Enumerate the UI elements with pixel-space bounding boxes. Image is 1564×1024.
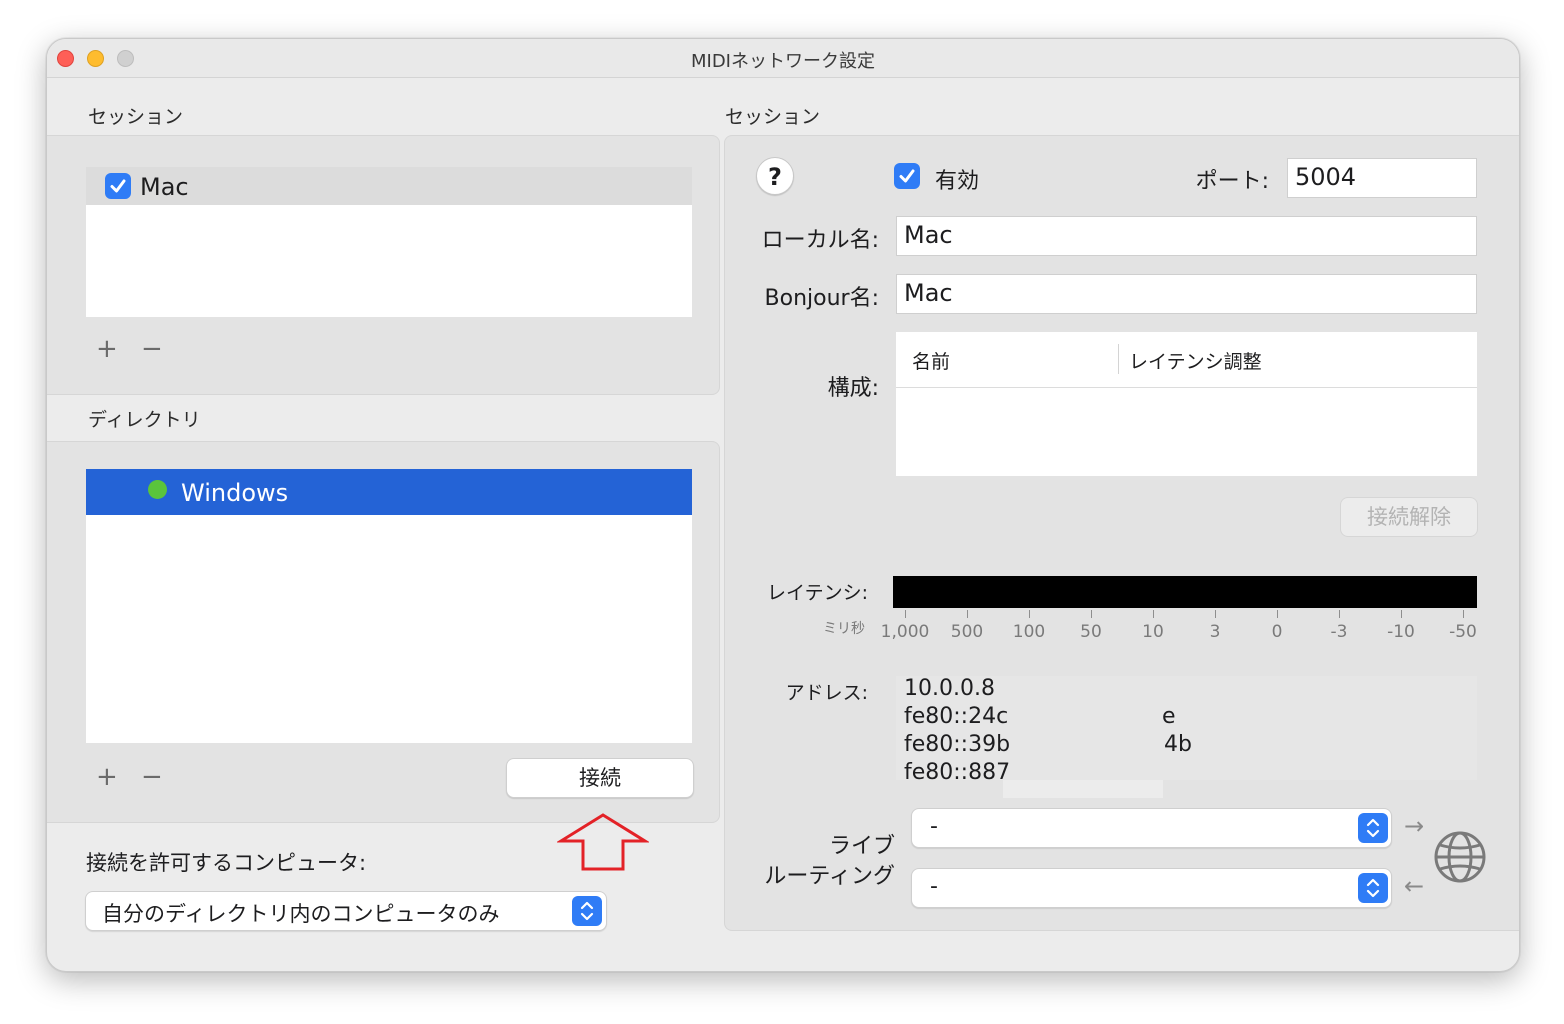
window-title: MIDIネットワーク設定: [690, 51, 875, 72]
address-line: fe80::24c: [904, 704, 1009, 729]
sessions-group: Mac + −: [47, 135, 720, 395]
enabled-checkbox[interactable]: [894, 163, 920, 189]
enabled-label: 有効: [935, 169, 980, 194]
address-list: 10.0.0.8 fe80::24c e fe80::39b 4b fe80::…: [896, 676, 1477, 780]
globe-network-icon: [1434, 831, 1486, 883]
status-dot-icon: [148, 480, 167, 499]
latency-tick: [1401, 610, 1402, 618]
connect-button[interactable]: 接続: [506, 758, 694, 798]
allow-computers-value: 自分のディレクトリ内のコンピュータのみ: [102, 902, 500, 926]
routing-input-select[interactable]: -: [911, 808, 1392, 848]
latency-tick: [1029, 610, 1030, 618]
routing-input-value: -: [930, 814, 938, 839]
latency-tick-label: 1,000: [880, 622, 930, 642]
column-header-latency[interactable]: レイテンシ調整: [1129, 347, 1262, 374]
latency-tick-label: 10: [1142, 622, 1164, 642]
port-label: ポート:: [1195, 169, 1269, 194]
directory-heading: ディレクトリ: [88, 409, 201, 431]
directory-group: Windows + − 接続: [47, 441, 720, 823]
session-name: Mac: [140, 173, 189, 201]
config-table: 名前 レイテンシ調整: [896, 332, 1477, 476]
session-detail-group: ? 有効 ポート: 5004 ローカル名: Mac Bonjour名: Mac …: [724, 135, 1519, 931]
latency-tick-label: -10: [1387, 622, 1415, 642]
latency-tick: [967, 610, 968, 618]
bonjour-name-label: Bonjour名:: [764, 286, 879, 311]
directory-list: Windows: [86, 469, 692, 743]
arrow-left-icon: ←: [1404, 872, 1425, 900]
address-suffix: e: [1162, 704, 1176, 729]
latency-tick-label: 3: [1209, 622, 1221, 642]
title-bar: MIDIネットワーク設定: [47, 39, 1519, 78]
latency-tick: [1339, 610, 1340, 618]
updown-chevron-icon: [572, 896, 602, 926]
latency-tick-label: 0: [1271, 622, 1283, 642]
latency-label: レイテンシ:: [766, 582, 868, 604]
checkbox-checked-icon: [899, 169, 915, 183]
allow-computers-select[interactable]: 自分のディレクトリ内のコンピュータのみ: [85, 891, 607, 931]
latency-scale: 1,000 500 100 50 10 3 0 -3 -10 -50: [881, 610, 1477, 650]
sessions-list: Mac: [86, 167, 692, 317]
add-session-button[interactable]: +: [96, 334, 118, 364]
list-item[interactable]: Windows: [86, 469, 692, 515]
latency-tick: [1463, 610, 1464, 618]
local-name-field[interactable]: Mac: [896, 216, 1477, 256]
live-routing-label-line2: ルーティング: [764, 864, 895, 889]
latency-unit-label: ミリ秒: [823, 621, 865, 637]
routing-output-value: -: [930, 874, 938, 899]
session-detail-heading: セッション: [725, 106, 821, 128]
midi-network-window: MIDIネットワーク設定 セッション Mac + − ディレクトリ Window…: [46, 38, 1520, 972]
arrow-right-icon: →: [1404, 812, 1425, 840]
add-directory-button[interactable]: +: [96, 762, 118, 792]
up-arrow-annotation-icon: [557, 813, 649, 871]
live-routing-label-line1: ライブ: [828, 834, 895, 859]
routing-output-select[interactable]: -: [911, 868, 1392, 908]
latency-tick: [1215, 610, 1216, 618]
sessions-heading: セッション: [88, 106, 184, 128]
list-item[interactable]: Mac: [86, 167, 692, 205]
allow-computers-label: 接続を許可するコンピュータ:: [86, 851, 367, 875]
column-divider: [1118, 344, 1119, 374]
latency-tick-label: 50: [1080, 622, 1102, 642]
local-name-label: ローカル名:: [761, 228, 879, 253]
address-line: fe80::887: [904, 760, 1011, 780]
latency-tick: [1091, 610, 1092, 618]
latency-tick: [1153, 610, 1154, 618]
address-line: 10.0.0.8: [904, 676, 995, 701]
config-label: 構成:: [827, 376, 879, 401]
address-label: アドレス:: [785, 682, 868, 704]
directory-item-name: Windows: [181, 479, 289, 507]
port-field[interactable]: 5004: [1287, 158, 1477, 198]
checkbox-checked-icon: [110, 179, 126, 193]
updown-chevron-icon: [1358, 813, 1388, 843]
updown-chevron-icon: [1358, 873, 1388, 903]
latency-tick: [905, 610, 906, 618]
latency-meter: [893, 576, 1477, 608]
config-table-header: 名前 レイテンシ調整: [896, 332, 1477, 388]
latency-tick-label: -3: [1330, 622, 1348, 642]
latency-tick: [1277, 610, 1278, 618]
latency-meter-fill: [898, 578, 1472, 606]
column-header-name[interactable]: 名前: [912, 347, 950, 374]
latency-tick-label: 100: [1012, 622, 1046, 642]
address-overflow: [1003, 780, 1163, 798]
bonjour-name-field[interactable]: Mac: [896, 274, 1477, 314]
help-icon[interactable]: ?: [756, 157, 794, 195]
remove-directory-button[interactable]: −: [141, 762, 163, 792]
disconnect-button[interactable]: 接続解除: [1340, 497, 1478, 537]
latency-tick-label: -50: [1449, 622, 1477, 642]
latency-tick-label: 500: [950, 622, 984, 642]
remove-session-button[interactable]: −: [141, 334, 163, 364]
session-enabled-checkbox[interactable]: [105, 173, 131, 199]
address-line: fe80::39b: [904, 732, 1011, 757]
address-suffix: 4b: [1164, 732, 1192, 757]
